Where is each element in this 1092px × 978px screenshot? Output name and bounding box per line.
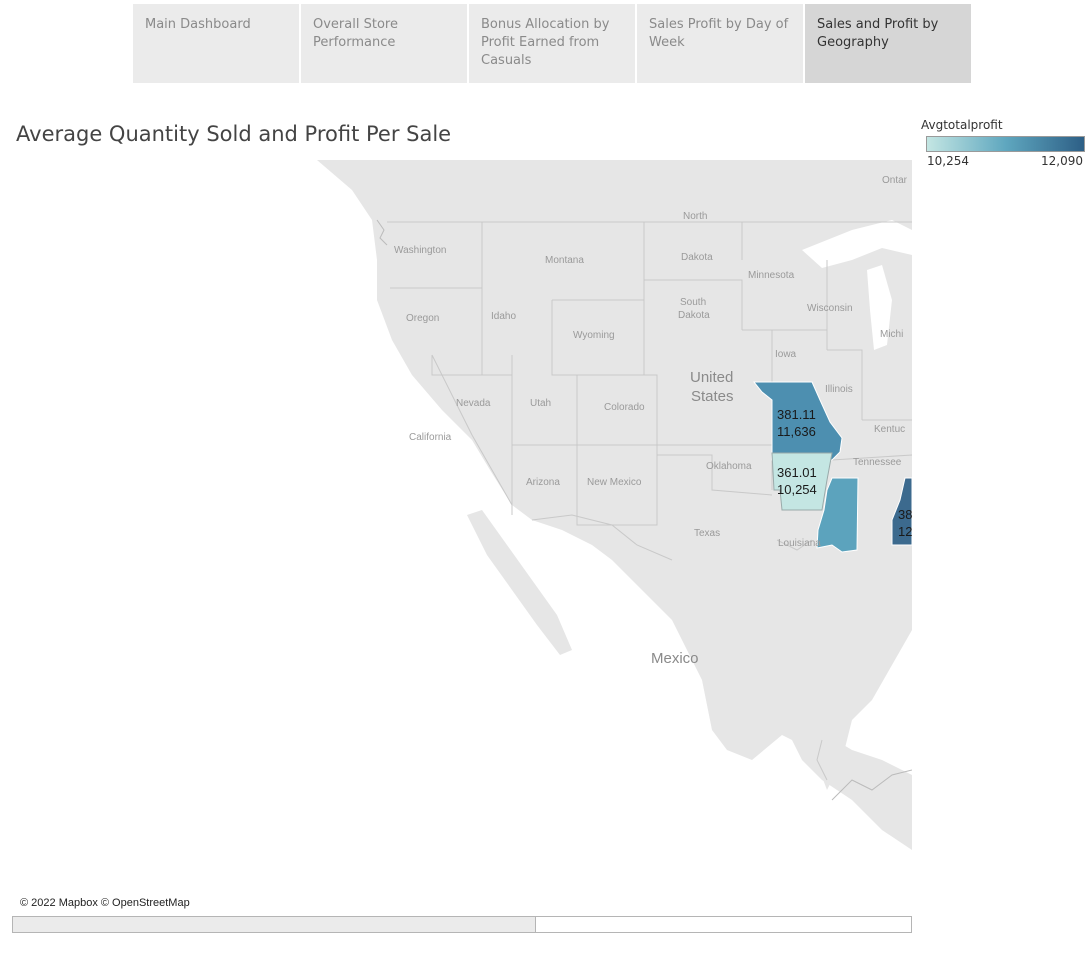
label-north-dakota-2: Dakota bbox=[681, 252, 713, 263]
map-attribution[interactable]: © 2022 Mapbox © OpenStreetMap bbox=[17, 896, 193, 910]
label-oklahoma: Oklahoma bbox=[706, 461, 752, 472]
page-title: Average Quantity Sold and Profit Per Sal… bbox=[16, 122, 452, 146]
label-texas: Texas bbox=[694, 528, 720, 539]
label-oregon: Oregon bbox=[406, 313, 439, 324]
tab-overall-store-performance[interactable]: Overall Store Performance bbox=[301, 4, 467, 83]
scrollbar-thumb[interactable] bbox=[13, 917, 536, 932]
label-wyoming: Wyoming bbox=[573, 330, 615, 341]
label-south-dakota-2: Dakota bbox=[678, 310, 710, 321]
label-ontario: Ontar bbox=[882, 175, 908, 186]
label-nevada: Nevada bbox=[456, 398, 491, 409]
label-idaho: Idaho bbox=[491, 311, 516, 322]
data-label-arkansas-qty: 361.01 bbox=[777, 465, 817, 480]
label-tennessee: Tennessee bbox=[853, 457, 902, 468]
label-states: States bbox=[691, 388, 734, 405]
data-label-alabama-qty: 38 bbox=[898, 507, 912, 522]
label-arizona: Arizona bbox=[526, 477, 560, 488]
label-wisconsin: Wisconsin bbox=[807, 303, 853, 314]
tab-bonus-allocation[interactable]: Bonus Allocation by Profit Earned from C… bbox=[469, 4, 635, 83]
dashboard-tabs: Main Dashboard Overall Store Performance… bbox=[133, 4, 971, 83]
label-new-mexico: New Mexico bbox=[587, 477, 642, 488]
color-legend: Avgtotalprofit 10,254 12,090 bbox=[921, 118, 1087, 168]
label-california: California bbox=[409, 432, 452, 443]
label-south-dakota-1: South bbox=[680, 297, 706, 308]
legend-gradient-bar bbox=[926, 136, 1085, 152]
label-washington: Washington bbox=[394, 245, 446, 256]
label-montana: Montana bbox=[545, 255, 584, 266]
label-illinois: Illinois bbox=[825, 384, 853, 395]
label-iowa: Iowa bbox=[775, 349, 797, 360]
label-mexico: Mexico bbox=[651, 650, 699, 667]
legend-min-label: 10,254 bbox=[927, 154, 969, 168]
label-kentucky: Kentuc bbox=[874, 424, 905, 435]
label-colorado: Colorado bbox=[604, 402, 645, 413]
tab-sales-profit-geography[interactable]: Sales and Profit by Geography bbox=[805, 4, 971, 83]
data-label-alabama-profit: 12 bbox=[898, 524, 912, 539]
data-label-missouri-qty: 381.11 bbox=[777, 407, 816, 422]
map-canvas[interactable]: Washington Montana North Dakota Minnesot… bbox=[12, 160, 912, 914]
legend-max-label: 12,090 bbox=[1041, 154, 1083, 168]
legend-title: Avgtotalprofit bbox=[921, 118, 1003, 132]
label-louisiana: Louisiana bbox=[778, 538, 821, 549]
data-label-arkansas-profit: 10,254 bbox=[777, 482, 817, 497]
horizontal-scrollbar[interactable] bbox=[12, 916, 912, 933]
data-label-missouri-profit: 11,636 bbox=[777, 424, 816, 439]
label-michigan: Michi bbox=[880, 329, 903, 340]
land-central-america bbox=[792, 735, 912, 850]
map-view[interactable]: Washington Montana North Dakota Minnesot… bbox=[12, 160, 912, 914]
label-utah: Utah bbox=[530, 398, 551, 409]
label-united: United bbox=[690, 369, 733, 386]
label-minnesota: Minnesota bbox=[748, 270, 795, 281]
label-north-dakota-1: North bbox=[683, 211, 707, 222]
tab-main-dashboard[interactable]: Main Dashboard bbox=[133, 4, 299, 83]
legend-labels: 10,254 12,090 bbox=[921, 152, 1087, 168]
land-baja bbox=[467, 510, 572, 655]
tab-sales-profit-day-of-week[interactable]: Sales Profit by Day of Week bbox=[637, 4, 803, 83]
